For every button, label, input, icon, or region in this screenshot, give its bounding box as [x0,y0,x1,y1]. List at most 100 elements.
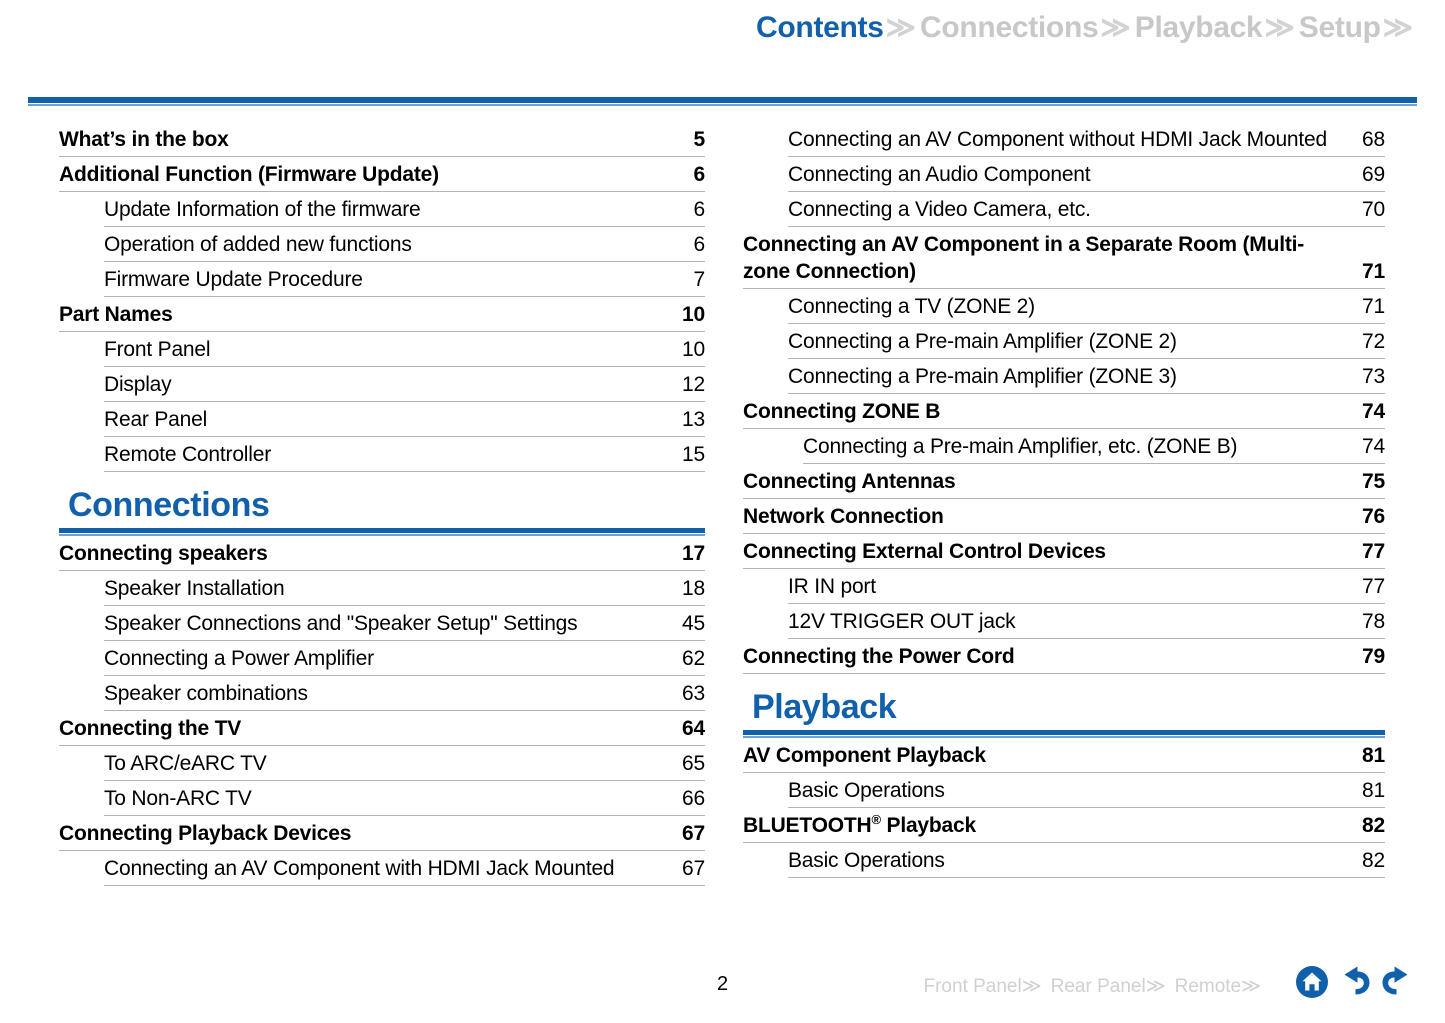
nav-tab-setup[interactable]: Setup [1299,11,1381,45]
toc-entry-connecting-antennas[interactable]: Connecting Antennas 75 [743,464,1385,499]
toc-entry-speaker-combinations[interactable]: Speaker combinations 63 [104,676,705,711]
toc-entry-label: AV Component Playback [743,744,986,767]
toc-entry-label: Connecting a Pre-main Amplifier (ZONE 3) [788,365,1177,388]
toc-entry-connecting-an-audio-component[interactable]: Connecting an Audio Component 69 [788,157,1385,192]
toc-entry-update-information-of-the-firmware[interactable]: Update Information of the firmware 6 [104,192,705,227]
toc-entry-connecting-zone-b[interactable]: Connecting ZONE B 74 [743,394,1385,429]
toc-entry-page-number: 6 [693,198,706,221]
toc-entry-connecting-external-control-devices[interactable]: Connecting External Control Devices 77 [743,534,1385,569]
footer-link-front-panel[interactable]: Front Panel [924,976,1022,998]
footer-link-rear-panel[interactable]: Rear Panel [1051,976,1146,998]
toc-entry-display[interactable]: Display 12 [104,367,705,402]
toc-entry-label: Speaker Installation [104,577,285,600]
toc-entry-label: Additional Function (Firmware Update) [59,163,439,186]
toc-entry-to-non-arc-tv[interactable]: To Non-ARC TV 66 [104,781,705,816]
nav-tab-contents[interactable]: Contents [756,11,884,45]
back-arrow-icon[interactable] [1335,965,1373,999]
toc-entry-page-number: 65 [682,752,705,775]
toc-entry-connecting-playback-devices[interactable]: Connecting Playback Devices 67 [59,816,705,851]
toc-entry-remote-controller[interactable]: Remote Controller 15 [104,437,705,472]
toc-entry-page-number: 70 [1362,198,1385,221]
toc-entry-page-number: 81 [1362,744,1385,767]
toc-entry-ir-in-port[interactable]: IR IN port 77 [788,569,1385,604]
toc-entry-firmware-update-procedure[interactable]: Firmware Update Procedure 7 [104,262,705,297]
toc-entry-page-number: 13 [682,408,705,431]
toc-entry-what-s-in-the-box[interactable]: What’s in the box 5 [59,122,705,157]
toc-entry-page-number: 78 [1362,610,1385,633]
toc-entry-label: Connecting a TV (ZONE 2) [788,295,1035,318]
toc-entry-speaker-installation[interactable]: Speaker Installation 18 [104,571,705,606]
toc-entry-label: IR IN port [788,575,876,598]
toc-entry-label: Connecting Antennas [743,470,956,493]
toc-entry-connecting-an-av-component-in-a-separate-room-mu[interactable]: Connecting an AV Component in a Separate… [743,227,1385,289]
toc-right-group-one: Connecting an AV Component without HDMI … [743,122,1385,674]
toc-entry-connecting-a-pre-main-amplifier-zone-3[interactable]: Connecting a Pre-main Amplifier (ZONE 3)… [788,359,1385,394]
toc-entry-basic-operations[interactable]: Basic Operations 82 [788,843,1385,878]
toc-entry-page-number: 75 [1362,470,1385,493]
toc-entry-network-connection[interactable]: Network Connection 76 [743,499,1385,534]
toc-entry-connecting-an-av-component-with-hdmi-jack-mounte[interactable]: Connecting an AV Component with HDMI Jac… [104,851,705,886]
toc-entry-page-number: 82 [1362,814,1385,837]
toc-entry-to-arc-earc-tv[interactable]: To ARC/eARC TV 65 [104,746,705,781]
toc-entry-connecting-a-tv-zone-2[interactable]: Connecting a TV (ZONE 2) 71 [788,289,1385,324]
toc-entry-bluetooth-playback[interactable]: BLUETOOTH® Playback 82 [743,808,1385,843]
toc-entry-page-number: 17 [682,542,705,565]
nav-tab-connections[interactable]: Connections [920,11,1099,45]
home-icon[interactable] [1295,965,1329,999]
toc-entry-additional-function-firmware-update[interactable]: Additional Function (Firmware Update) 6 [59,157,705,192]
toc-entry-page-number: 5 [693,128,706,151]
chevron-right-icon: ≫ [1264,12,1295,44]
toc-entry-label: Basic Operations [788,849,945,872]
toc-entry-operation-of-added-new-functions[interactable]: Operation of added new functions 6 [104,227,705,262]
footer-icon-group [1295,965,1417,999]
toc-entry-12v-trigger-out-jack[interactable]: 12V TRIGGER OUT jack 78 [788,604,1385,639]
toc-left-group-two: Connecting speakers 17 Speaker Installatio… [59,536,705,886]
toc-right-column: Connecting an AV Component without HDMI … [723,122,1445,886]
toc-entry-connecting-a-pre-main-amplifier-etc-zone-b[interactable]: Connecting a Pre-main Amplifier, etc. (Z… [803,429,1385,464]
toc-entry-page-number: 64 [682,717,705,740]
toc-entry-connecting-speakers[interactable]: Connecting speakers 17 [59,536,705,571]
nav-tab-playback[interactable]: Playback [1135,11,1263,45]
toc-entry-page-number: 66 [682,787,705,810]
toc-entry-page-number: 62 [682,647,705,670]
toc-entry-label: Firmware Update Procedure [104,268,363,291]
toc-entry-av-component-playback[interactable]: AV Component Playback 81 [743,738,1385,773]
toc-entry-label: Network Connection [743,505,944,528]
toc-entry-connecting-a-power-amplifier[interactable]: Connecting a Power Amplifier 62 [104,641,705,676]
toc-entry-connecting-a-video-camera-etc[interactable]: Connecting a Video Camera, etc. 70 [788,192,1385,227]
toc-entry-label: Update Information of the firmware [104,198,421,221]
toc-entry-connecting-the-tv[interactable]: Connecting the TV 64 [59,711,705,746]
toc-entry-page-number: 15 [682,443,705,466]
toc-entry-page-number: 77 [1362,540,1385,563]
toc-entry-page-number: 72 [1362,330,1385,353]
footer-link-remote[interactable]: Remote [1175,976,1242,998]
toc-entry-basic-operations[interactable]: Basic Operations 81 [788,773,1385,808]
section-rule-thick [743,730,1385,735]
toc-entry-part-names[interactable]: Part Names 10 [59,297,705,332]
toc-entry-connecting-an-av-component-without-hdmi-jack-mou[interactable]: Connecting an AV Component without HDMI … [788,122,1385,157]
toc-entry-connecting-the-power-cord[interactable]: Connecting the Power Cord 79 [743,639,1385,674]
toc-entry-label: Basic Operations [788,779,945,802]
toc-entry-label: Connecting External Control Devices [743,540,1106,563]
toc-entry-page-number: 71 [1362,295,1385,318]
section-heading-connections: Connections [59,484,705,536]
section-heading-playback: Playback [743,686,1385,738]
toc-entry-speaker-connections-and-speaker-setup-settings[interactable]: Speaker Connections and "Speaker Setup" … [104,606,705,641]
toc-entry-connecting-a-pre-main-amplifier-zone-2[interactable]: Connecting a Pre-main Amplifier (ZONE 2)… [788,324,1385,359]
toc-entry-label: Connecting a Pre-main Amplifier, etc. (Z… [803,435,1238,458]
toc-entry-label: Display [104,373,172,396]
toc-entry-page-number: 79 [1362,645,1385,668]
toc-entry-label: Front Panel [104,338,211,361]
toc-entry-rear-panel[interactable]: Rear Panel 13 [104,402,705,437]
toc-left-group-one: What’s in the box 5 Additional Function (F… [59,122,705,472]
toc-entry-page-number: 77 [1362,575,1385,598]
toc-entry-front-panel[interactable]: Front Panel 10 [104,332,705,367]
toc-entry-page-number: 76 [1362,505,1385,528]
forward-arrow-icon[interactable] [1379,965,1417,999]
toc-entry-page-number: 74 [1362,400,1385,423]
chevron-right-icon: ≫ [1145,976,1166,997]
chevron-right-icon: ≫ [1241,976,1261,997]
toc-entry-label: Connecting ZONE B [743,400,941,423]
toc-entry-label: Part Names [59,303,173,326]
chevron-right-icon: ≫ [1021,976,1042,997]
